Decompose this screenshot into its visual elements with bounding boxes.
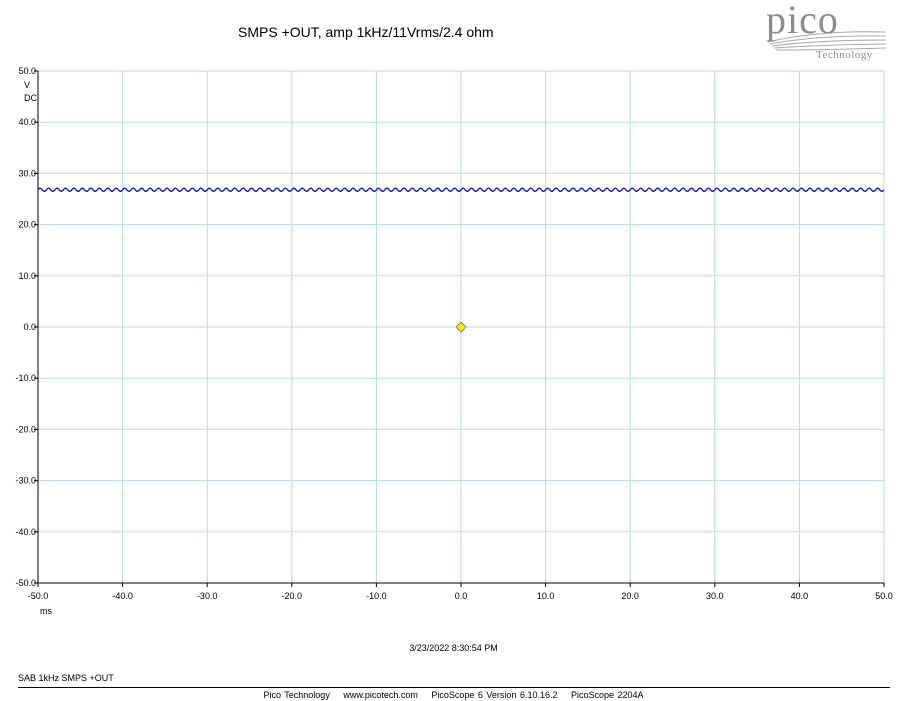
capture-timestamp: 3/23/2022 8:30:54 PM	[409, 643, 498, 653]
x-tick-label: -20.0	[282, 591, 303, 601]
x-tick-labels: -50.0 -40.0 -30.0 -20.0 -10.0 0.0 10.0 20.0 30.0…	[28, 591, 893, 601]
x-tick-label: 40.0	[791, 591, 809, 601]
footer-divider	[18, 687, 890, 688]
x-tick-label: -50.0	[28, 591, 49, 601]
y-tick-label: 0.0	[23, 322, 36, 332]
x-tick-label: 0.0	[455, 591, 468, 601]
y-axis-coupling-label: DC	[24, 93, 37, 103]
x-tick-label: 20.0	[621, 591, 639, 601]
footer-company: Pico Technology	[263, 690, 330, 700]
y-tick-label: 30.0	[18, 168, 36, 178]
y-tick-label: 50.0	[18, 66, 36, 76]
y-tick-labels: 50.0 40.0 30.0 20.0 10.0 0.0 -10.0 -20.0 -30.0 -4…	[15, 66, 36, 588]
y-tick-label: -40.0	[15, 527, 36, 537]
footer-website[interactable]: www.picotech.com	[343, 690, 418, 700]
x-tick-label: 50.0	[875, 591, 893, 601]
trigger-marker[interactable]	[455, 321, 467, 333]
capture-caption: SAB 1kHz SMPS +OUT	[18, 673, 114, 683]
x-tick-label: 10.0	[537, 591, 555, 601]
x-tick-label: -10.0	[366, 591, 387, 601]
x-axis-unit-label: ms	[40, 606, 52, 616]
x-tick-label: -30.0	[197, 591, 218, 601]
y-tick-label: 20.0	[18, 220, 36, 230]
y-tick-label: 40.0	[18, 117, 36, 127]
y-tick-label: -10.0	[15, 373, 36, 383]
footer-software: PicoScope 6 Version 6.10.16.2	[431, 690, 558, 700]
y-tick-label: -50.0	[15, 578, 36, 588]
y-tick-label: 10.0	[18, 271, 36, 281]
y-tick-label: -30.0	[15, 476, 36, 486]
x-tick-label: -40.0	[112, 591, 133, 601]
footer-device: PicoScope 2204A	[571, 690, 644, 700]
footer: Pico Technology www.picotech.com PicoSco…	[0, 690, 907, 700]
oscilloscope-chart: 50.0 40.0 30.0 20.0 10.0 0.0 -10.0 -20.0 -30.0 -4…	[15, 66, 893, 616]
y-axis-unit-label: V	[24, 80, 30, 90]
y-tick-label: -20.0	[15, 424, 36, 434]
x-tick-label: 30.0	[706, 591, 724, 601]
